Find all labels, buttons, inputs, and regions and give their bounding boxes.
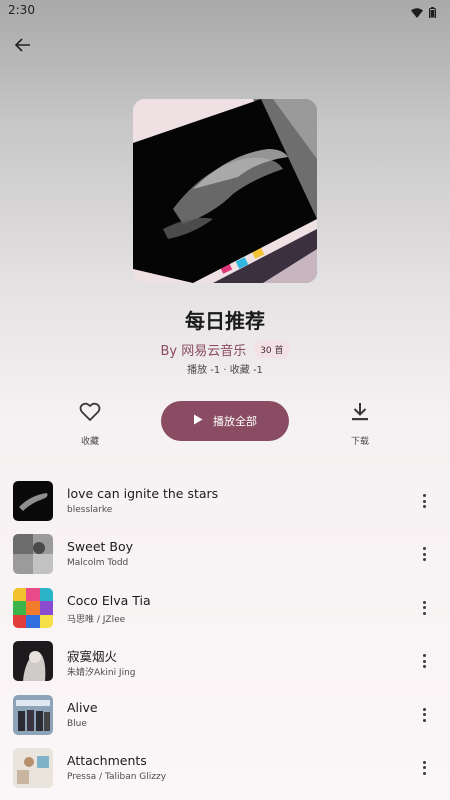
favorite-label: 收藏 [80, 437, 99, 447]
song-artist: 马思唯 / JZlee [67, 614, 126, 625]
song-item[interactable]: love can ignite the stars blesslarke [0, 474, 450, 527]
song-title: Sweet Boy [67, 539, 134, 555]
favorite-button[interactable]: 收藏 [60, 402, 120, 447]
song-item[interactable]: Coco Elva Tia 马思唯 / JZlee [0, 581, 450, 634]
song-title: love can ignite the stars [67, 486, 219, 501]
more-options-button[interactable] [418, 706, 430, 724]
more-vert-icon [422, 494, 426, 497]
status-icons [411, 3, 436, 22]
heart-icon [79, 402, 101, 426]
download-icon [351, 402, 369, 426]
song-thumbnail [13, 587, 53, 628]
wifi-icon [411, 3, 423, 22]
more-options-button[interactable] [418, 492, 430, 510]
playlist-stats: 播放 -1 · 收藏 -1 [187, 365, 263, 376]
song-count-badge: 30 首 [254, 341, 290, 358]
playlist-author[interactable]: By 网易云音乐 [160, 340, 246, 359]
playlist-cover [133, 99, 317, 283]
song-item[interactable]: 寂寞烟火 朱婧汐Akini Jing [0, 634, 450, 687]
download-button[interactable]: 下载 [330, 402, 390, 447]
song-artist: Pressa / Taliban Glizzy [67, 771, 167, 782]
song-thumbnail [13, 641, 53, 682]
more-vert-icon [422, 600, 426, 604]
more-vert-icon [422, 760, 426, 764]
more-options-button[interactable] [418, 652, 430, 670]
song-artist: Malcolm Todd [67, 558, 129, 569]
play-icon [193, 414, 203, 428]
status-time: 2:30 [8, 3, 35, 17]
more-options-button[interactable] [418, 759, 430, 777]
play-all-label: 播放全部 [213, 415, 257, 428]
song-artist: Blue [67, 718, 87, 729]
song-artist: blesslarke [67, 505, 113, 515]
arrow-left-icon [14, 37, 31, 57]
song-thumbnail [13, 481, 53, 521]
song-item[interactable]: Sweet Boy Malcolm Todd [0, 527, 450, 580]
more-vert-icon [422, 547, 426, 551]
song-title: 寂寞烟火 [67, 649, 118, 665]
play-all-button[interactable]: 播放全部 [161, 401, 289, 441]
more-vert-icon [422, 654, 426, 658]
more-options-button[interactable] [418, 599, 430, 617]
battery-icon [429, 3, 436, 22]
playlist-title: 每日推荐 [185, 309, 265, 333]
song-thumbnail [13, 694, 53, 735]
song-artist: 朱婧汐Akini Jing [67, 668, 136, 679]
song-thumbnail [13, 747, 53, 788]
song-list: love can ignite the stars blesslarke Swe… [0, 474, 450, 794]
song-title: Attachments [67, 752, 147, 768]
playlist-author-row: By 网易云音乐 30 首 [0, 340, 450, 359]
download-label: 下载 [350, 437, 369, 447]
song-title: Coco Elva Tia [67, 592, 151, 608]
song-item[interactable]: Attachments Pressa / Taliban Glizzy [0, 741, 450, 794]
more-options-button[interactable] [418, 545, 430, 563]
back-button[interactable] [10, 34, 36, 60]
song-thumbnail [13, 534, 53, 575]
song-item[interactable]: Alive Blue [0, 688, 450, 741]
more-vert-icon [422, 707, 426, 711]
song-title: Alive [67, 699, 98, 715]
status-bar: 2:30 [0, 0, 450, 22]
